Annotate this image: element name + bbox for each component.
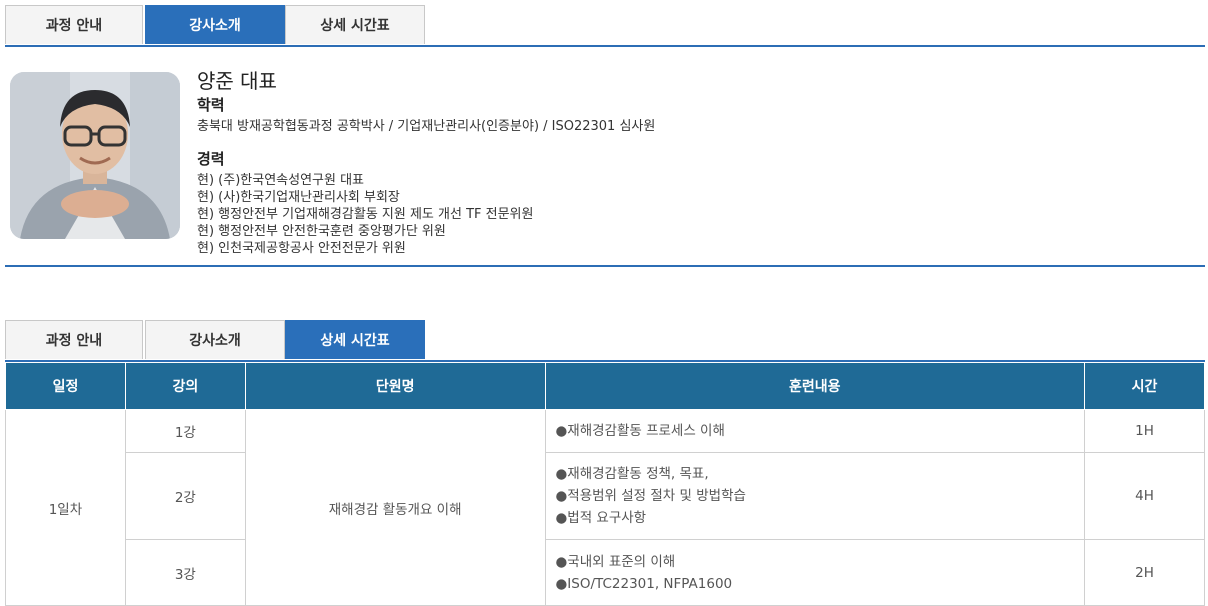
instructor-profile: 양준 대표 학력 충북대 방재공학협동과정 공학박사 / 기업재난관리사(인증분… [5, 47, 1205, 267]
education-title: 학력 [197, 96, 225, 114]
header-time: 시간 [1084, 362, 1205, 410]
schedule-table: 일정 강의 단원명 훈련내용 시간 1일차 1강 재해경감 활동개요 이해 ●재… [5, 362, 1205, 606]
tab-bar-schedule: 과정 안내 강사소개 상세 시간표 [5, 320, 1205, 362]
content-cell: ●재해경감활동 정책, 목표, ●적용범위 설정 절차 및 방법학습 ●법적 요… [544, 452, 1086, 540]
content-item: ●적용범위 설정 절차 및 방법학습 [555, 488, 746, 504]
tab-instructor[interactable]: 강사소개 [145, 320, 285, 359]
time-cell: 4H [1084, 452, 1205, 540]
time-cell: 1H [1084, 409, 1205, 453]
content-item: ●재해경감활동 정책, 목표, [555, 466, 709, 482]
day-cell: 1일차 [5, 409, 126, 606]
education-text: 충북대 방재공학협동과정 공학박사 / 기업재난관리사(인증분야) / ISO2… [197, 119, 656, 134]
content-item: ●국내외 표준의 이해 [555, 553, 676, 570]
tab-instructor[interactable]: 강사소개 [145, 5, 285, 44]
header-content: 훈련내용 [544, 362, 1086, 410]
career-title: 경력 [197, 150, 225, 168]
content-item: ●ISO/TC22301, NFPA1600 [555, 575, 733, 592]
career-item: 현) 인천국제공항공사 안전전문가 위원 [197, 241, 406, 256]
tab-course-info[interactable]: 과정 안내 [5, 5, 143, 44]
unit-cell: 재해경감 활동개요 이해 [244, 409, 546, 606]
tab-course-info[interactable]: 과정 안내 [5, 320, 143, 359]
table-header-row: 일정 강의 단원명 훈련내용 시간 [5, 362, 1205, 410]
content-item: ●재해경감활동 프로세스 이해 [555, 423, 725, 439]
header-date: 일정 [5, 362, 126, 410]
table-row: 3강 ●국내외 표준의 이해 ●ISO/TC22301, NFPA1600 2H [6, 539, 1205, 606]
tab-bar-top: 과정 안내 강사소개 상세 시간표 [5, 5, 1205, 47]
header-lecture: 강의 [124, 362, 246, 410]
lecture-cell: 3강 [124, 539, 246, 606]
instructor-name: 양준 대표 [197, 69, 277, 93]
instructor-photo [10, 72, 180, 239]
lecture-cell: 2강 [124, 452, 246, 540]
table-row: 2강 ●재해경감활동 정책, 목표, ●적용범위 설정 절차 및 방법학습 ●법… [6, 452, 1205, 540]
content-cell: ●재해경감활동 프로세스 이해 [544, 409, 1086, 453]
header-unit: 단원명 [244, 362, 546, 410]
tab-detailed-schedule[interactable]: 상세 시간표 [285, 5, 425, 44]
table-row: 1일차 1강 재해경감 활동개요 이해 ●재해경감활동 프로세스 이해 1H [5, 409, 1205, 606]
content-cell: ●국내외 표준의 이해 ●ISO/TC22301, NFPA1600 [544, 539, 1086, 606]
tab-detailed-schedule[interactable]: 상세 시간표 [285, 320, 425, 359]
lecture-cell: 1강 [124, 409, 246, 453]
time-cell: 2H [1084, 539, 1205, 606]
content-item: ●법적 요구사항 [555, 510, 647, 526]
